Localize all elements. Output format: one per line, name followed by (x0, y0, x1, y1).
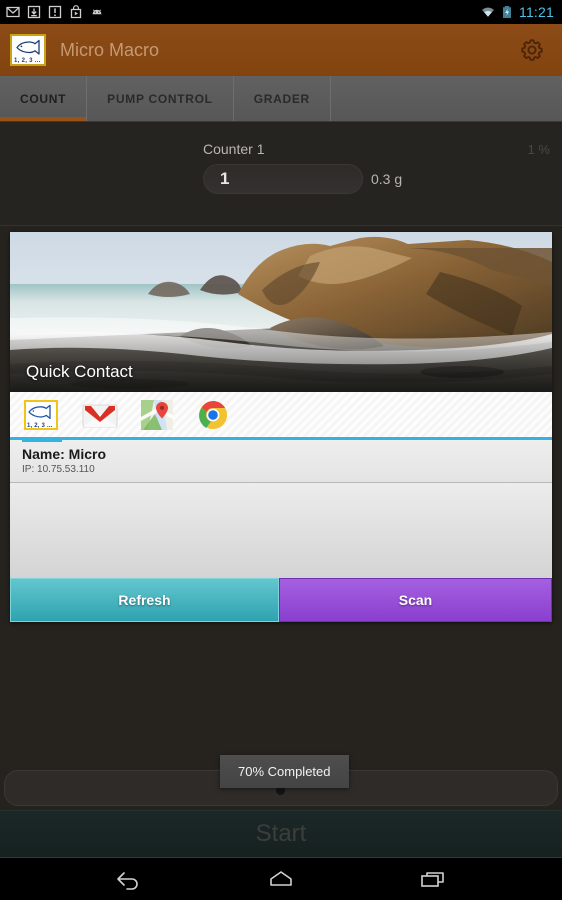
toast-message: 70% Completed (220, 755, 349, 788)
tab-count-label: COUNT (20, 91, 67, 106)
status-bar: 11:21 (0, 0, 562, 24)
maps-app-icon (141, 399, 173, 430)
gmail-icon (6, 6, 20, 18)
tab-count[interactable]: COUNT (0, 76, 88, 121)
quick-contact-app-maps[interactable] (140, 396, 182, 434)
quick-contact-dialog: Quick Contact 1, 2, 3 ... Name: Micro IP… (10, 232, 552, 622)
scan-button[interactable]: Scan (279, 578, 552, 622)
quick-contact-app-strip: 1, 2, 3 ... (10, 392, 552, 442)
page-title: Micro Macro (60, 39, 160, 60)
back-arrow-icon (117, 872, 138, 890)
gear-icon (521, 39, 543, 61)
contact-info-row[interactable]: Name: Micro IP: 10.75.53.110 (10, 440, 552, 483)
wifi-icon (482, 7, 494, 17)
action-bar: 1, 2, 3 ... Micro Macro (0, 24, 562, 76)
play-store-icon (70, 5, 82, 19)
counter-weight: 0.3 g (371, 171, 403, 187)
contact-name: Name: Micro (22, 446, 107, 462)
toast-text: 70% Completed (238, 764, 331, 779)
counter-percent: 1 % (527, 141, 550, 157)
counter-input-value: 1 (220, 169, 230, 188)
app-logo-numbers: 1, 2, 3 ... (14, 58, 41, 64)
counter-section: Counter 1 1 % 1 0.3 g (0, 123, 562, 226)
home-icon (270, 871, 292, 886)
system-navigation-bar (0, 858, 562, 900)
start-button-label: Start (255, 820, 307, 847)
counter-input[interactable]: 1 (203, 164, 363, 194)
fish-glyph-icon (28, 404, 51, 419)
tab-pump-control-label: PUMP CONTROL (107, 91, 213, 106)
android-icon (92, 9, 102, 15)
refresh-button[interactable]: Refresh (10, 578, 279, 622)
contact-ip: IP: 10.75.53.110 (22, 464, 95, 475)
android-screen: 11:21 1, 2, 3 ... Micro Macro COUNT PUMP… (0, 0, 562, 900)
quick-contact-app-gmail[interactable] (82, 396, 124, 434)
tab-bar: COUNT PUMP CONTROL GRADER (0, 76, 562, 122)
gmail-app-icon (82, 404, 118, 427)
recent-apps-icon (421, 872, 444, 887)
status-bar-system-icons: 11:21 (481, 4, 556, 20)
refresh-button-label: Refresh (118, 592, 171, 608)
nav-back-button[interactable] (107, 858, 151, 900)
start-button[interactable]: Start (0, 810, 562, 858)
quick-contact-title: Quick Contact (26, 362, 133, 381)
status-bar-notification-icons (6, 5, 104, 19)
tab-grader-label: GRADER (253, 91, 310, 106)
fish-app-icon: 1, 2, 3 ... (24, 399, 58, 430)
nav-recents-button[interactable] (411, 858, 455, 900)
quick-contact-app-chrome[interactable] (198, 396, 240, 434)
settings-button[interactable] (512, 30, 552, 70)
fish-app-icon-numbers: 1, 2, 3 ... (27, 422, 53, 429)
tab-grader[interactable]: GRADER (234, 76, 331, 121)
scan-button-label: Scan (398, 592, 433, 608)
contact-photo: Quick Contact (10, 232, 552, 392)
download-icon (27, 5, 41, 19)
fish-logo-icon (16, 39, 40, 55)
quick-contact-actions: Refresh Scan (10, 578, 552, 622)
app-logo[interactable]: 1, 2, 3 ... (10, 34, 46, 66)
counter-title: Counter 1 (203, 141, 265, 157)
battery-charging-icon (503, 6, 511, 18)
alert-icon (48, 5, 62, 19)
chrome-app-icon (199, 400, 227, 429)
tab-pump-control[interactable]: PUMP CONTROL (87, 76, 234, 121)
status-bar-clock: 11:21 (519, 4, 554, 20)
quick-contact-body (10, 483, 552, 578)
nav-home-button[interactable] (259, 858, 303, 900)
quick-contact-app-fish[interactable]: 1, 2, 3 ... (22, 396, 66, 442)
